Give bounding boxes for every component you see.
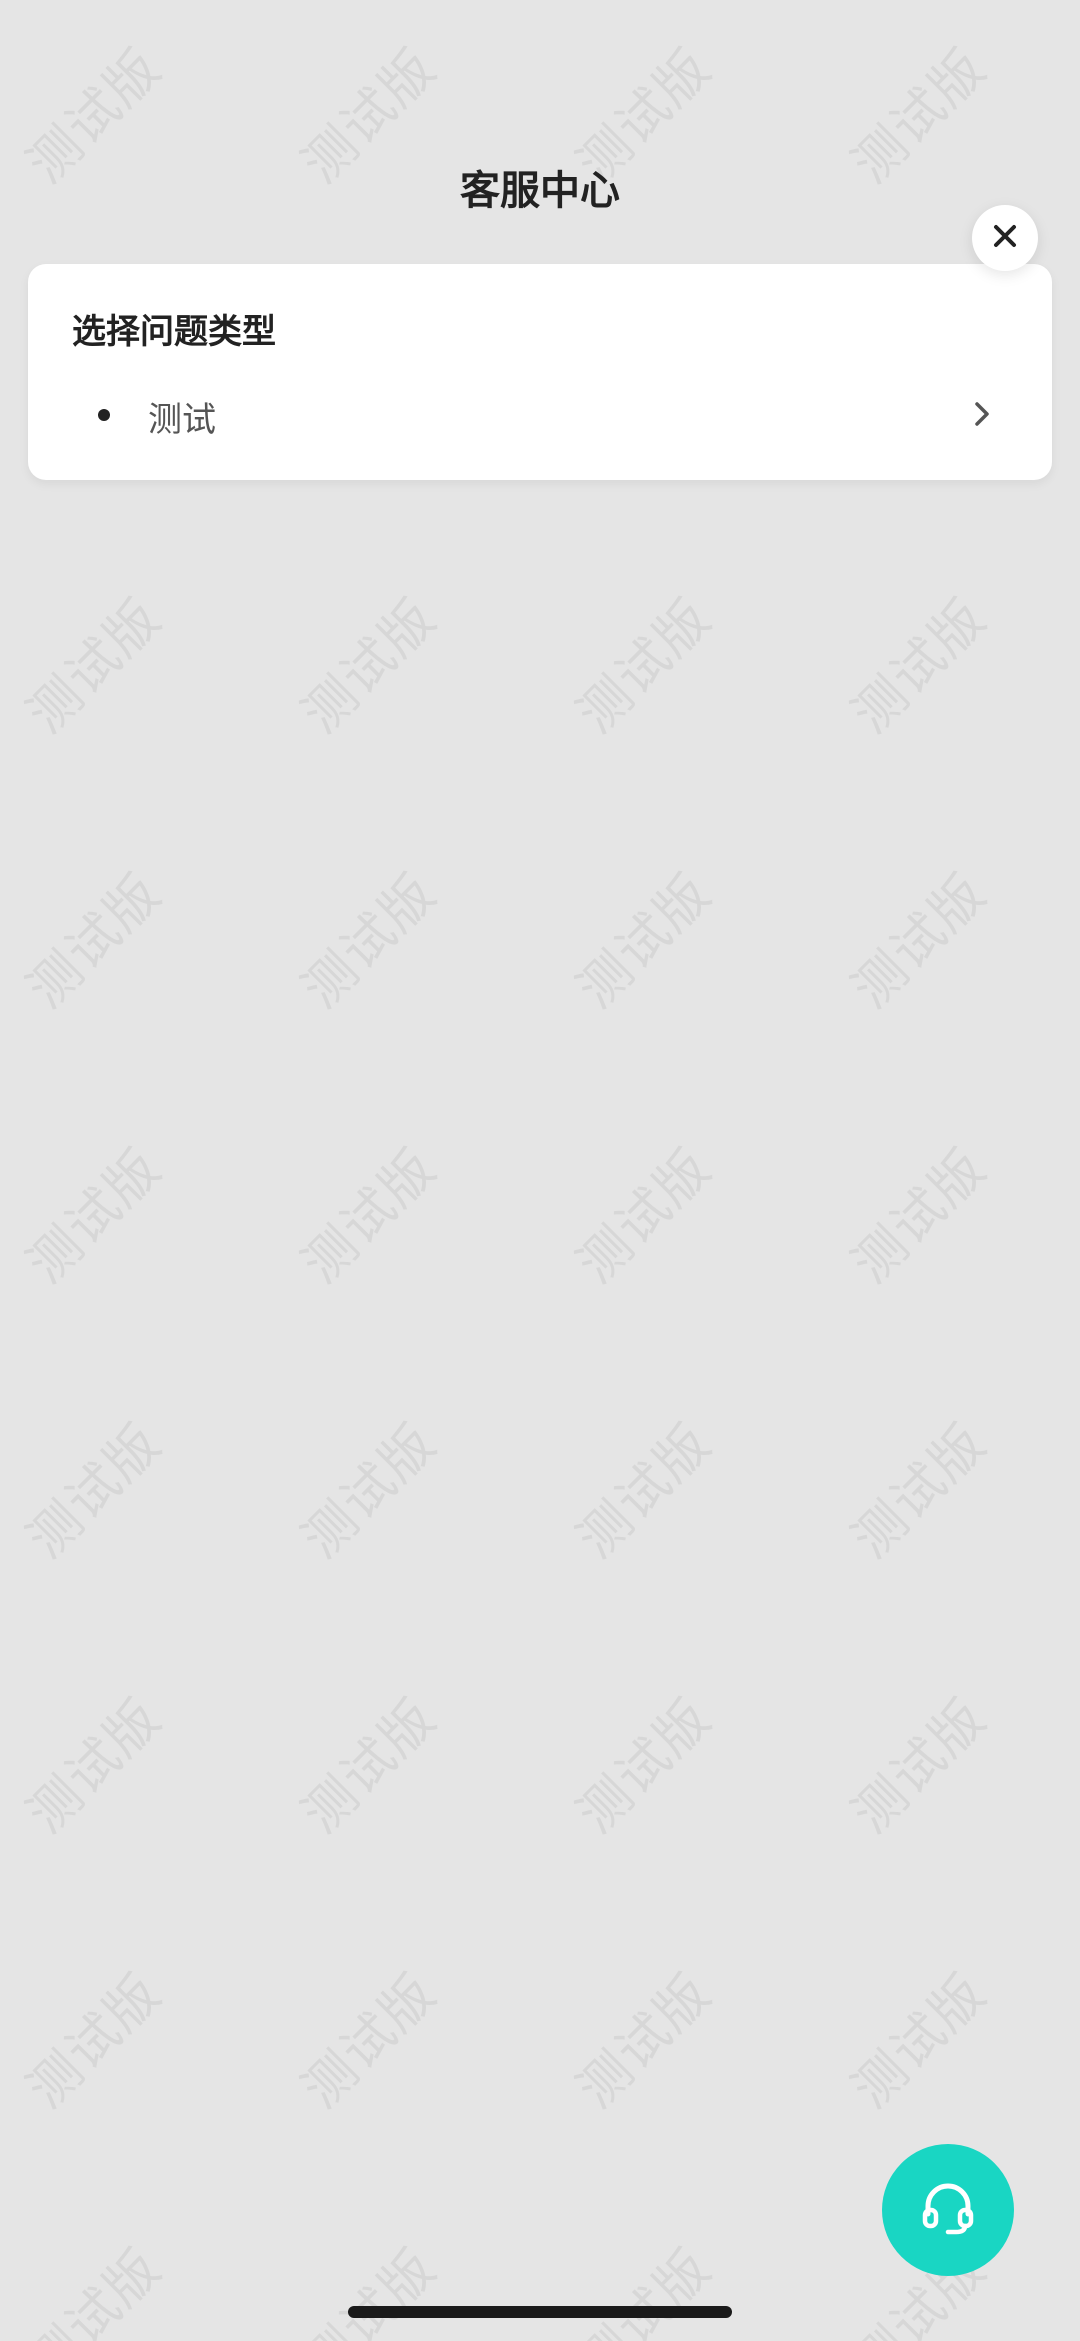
watermark-text: 测试版 bbox=[566, 2237, 724, 2341]
watermark-text: 测试版 bbox=[291, 1962, 449, 2120]
question-type-card: 选择问题类型 测试 bbox=[28, 264, 1052, 480]
watermark-text: 测试版 bbox=[16, 1412, 174, 1570]
watermark-text: 测试版 bbox=[16, 2237, 174, 2341]
question-type-item-label: 测试 bbox=[148, 400, 216, 440]
watermark-text: 测试版 bbox=[16, 862, 174, 1020]
watermark-text: 测试版 bbox=[841, 1137, 999, 1295]
watermark-text: 测试版 bbox=[291, 1137, 449, 1295]
watermark-text: 测试版 bbox=[566, 862, 724, 1020]
watermark-text: 测试版 bbox=[16, 1962, 174, 2120]
question-type-item[interactable]: 测试 bbox=[28, 382, 1052, 446]
watermark-text: 测试版 bbox=[291, 1687, 449, 1845]
chevron-right-icon bbox=[966, 398, 998, 430]
watermark-text: 测试版 bbox=[566, 1962, 724, 2120]
watermark-text: 测试版 bbox=[841, 862, 999, 1020]
watermark-text: 测试版 bbox=[841, 1962, 999, 2120]
customer-service-screen: 测试版 测试版 测试版 测试版 测试版 测试版 测试版 测试版 测试版 测试版 测试版 测试版 测试版测… bbox=[0, 0, 1080, 2341]
watermark-text: 测试版 bbox=[291, 862, 449, 1020]
close-button[interactable] bbox=[972, 205, 1038, 271]
watermark-text: 测试版 bbox=[291, 1412, 449, 1570]
page-title: 客服中心 bbox=[460, 168, 620, 214]
close-icon bbox=[992, 223, 1018, 253]
customer-support-button[interactable] bbox=[882, 2144, 1014, 2276]
bullet-icon bbox=[98, 409, 110, 421]
watermark-text: 测试版 bbox=[16, 587, 174, 745]
watermark-text: 测试版 bbox=[841, 1687, 999, 1845]
question-type-title: 选择问题类型 bbox=[72, 312, 276, 352]
watermark-text: 测试版 bbox=[841, 1412, 999, 1570]
watermark-text: 测试版 bbox=[16, 1137, 174, 1295]
watermark-text: 测试版 bbox=[16, 1687, 174, 1845]
watermark-text: 测试版 bbox=[566, 1412, 724, 1570]
watermark-text: 测试版 bbox=[566, 1137, 724, 1295]
headset-icon bbox=[918, 2178, 978, 2242]
watermark-text: 测试版 bbox=[841, 587, 999, 745]
watermark-text: 测试版 bbox=[566, 587, 724, 745]
watermark-text: 测试版 bbox=[566, 1687, 724, 1845]
watermark-text: 测试版 bbox=[291, 2237, 449, 2341]
watermark-text: 测试版 bbox=[291, 587, 449, 745]
home-indicator[interactable] bbox=[348, 2306, 732, 2318]
